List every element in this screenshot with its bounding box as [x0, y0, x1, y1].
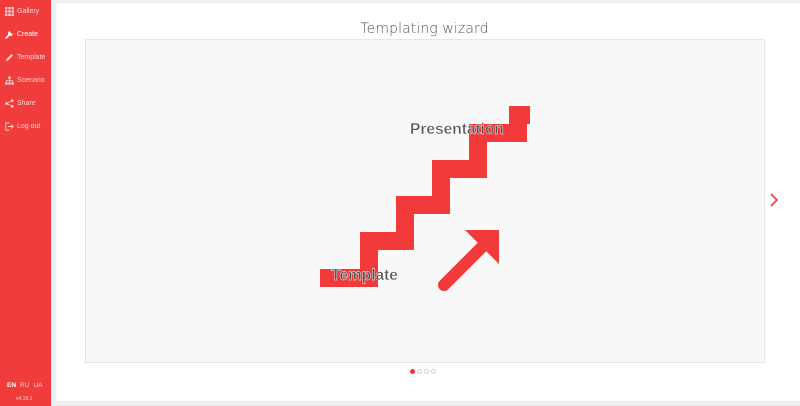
sitemap-icon	[5, 76, 14, 85]
carousel-dot[interactable]	[431, 369, 436, 374]
language-en[interactable]: EN	[7, 382, 16, 389]
logout-icon	[5, 121, 14, 131]
sidebar-item-label: Create	[17, 30, 39, 38]
main-panel: Templating wizard Template Presentation	[56, 3, 800, 401]
arrow-shaft	[438, 241, 488, 291]
sidebar-item-create[interactable]: Create	[5, 27, 38, 41]
sidebar-item-label: Scenario	[17, 76, 45, 84]
carousel-dot[interactable]	[417, 369, 422, 374]
carousel-dot[interactable]	[424, 369, 429, 374]
page-title: Templating wizard	[360, 21, 489, 37]
grid-icon	[5, 6, 14, 16]
pencil-icon	[6, 53, 13, 61]
sidebar-item-label: Template	[17, 53, 46, 61]
sidebar: Gallery Create Template Scenario Share L…	[0, 0, 51, 406]
share-icon	[5, 98, 14, 108]
presentation-stair-label: Presentation	[410, 121, 504, 138]
version-label: v4.18.1	[16, 396, 33, 402]
sidebar-item-gallery[interactable]: Gallery	[5, 4, 39, 18]
sidebar-item-label: Log out	[17, 122, 41, 130]
language-ru[interactable]: RU	[20, 382, 29, 389]
sidebar-item-scenario[interactable]: Scenario	[5, 73, 45, 87]
carousel-indicators	[410, 369, 436, 374]
wrench-icon	[5, 30, 13, 39]
carousel-dot[interactable]	[410, 369, 415, 374]
language-switcher: EN RU UA	[7, 382, 42, 389]
staircase-illustration: Template Presentation	[320, 106, 530, 291]
template-stair-label: Template	[331, 267, 398, 284]
sidebar-item-logout[interactable]: Log out	[5, 119, 40, 133]
wizard-slide: Template Presentation	[85, 39, 765, 363]
language-ua[interactable]: UA	[33, 382, 42, 389]
next-slide-arrow-icon[interactable]	[767, 191, 781, 209]
sidebar-item-template[interactable]: Template	[5, 50, 45, 64]
sidebar-item-share[interactable]: Share	[5, 96, 36, 110]
sidebar-item-label: Gallery	[17, 7, 40, 15]
sidebar-item-label: Share	[17, 99, 36, 107]
